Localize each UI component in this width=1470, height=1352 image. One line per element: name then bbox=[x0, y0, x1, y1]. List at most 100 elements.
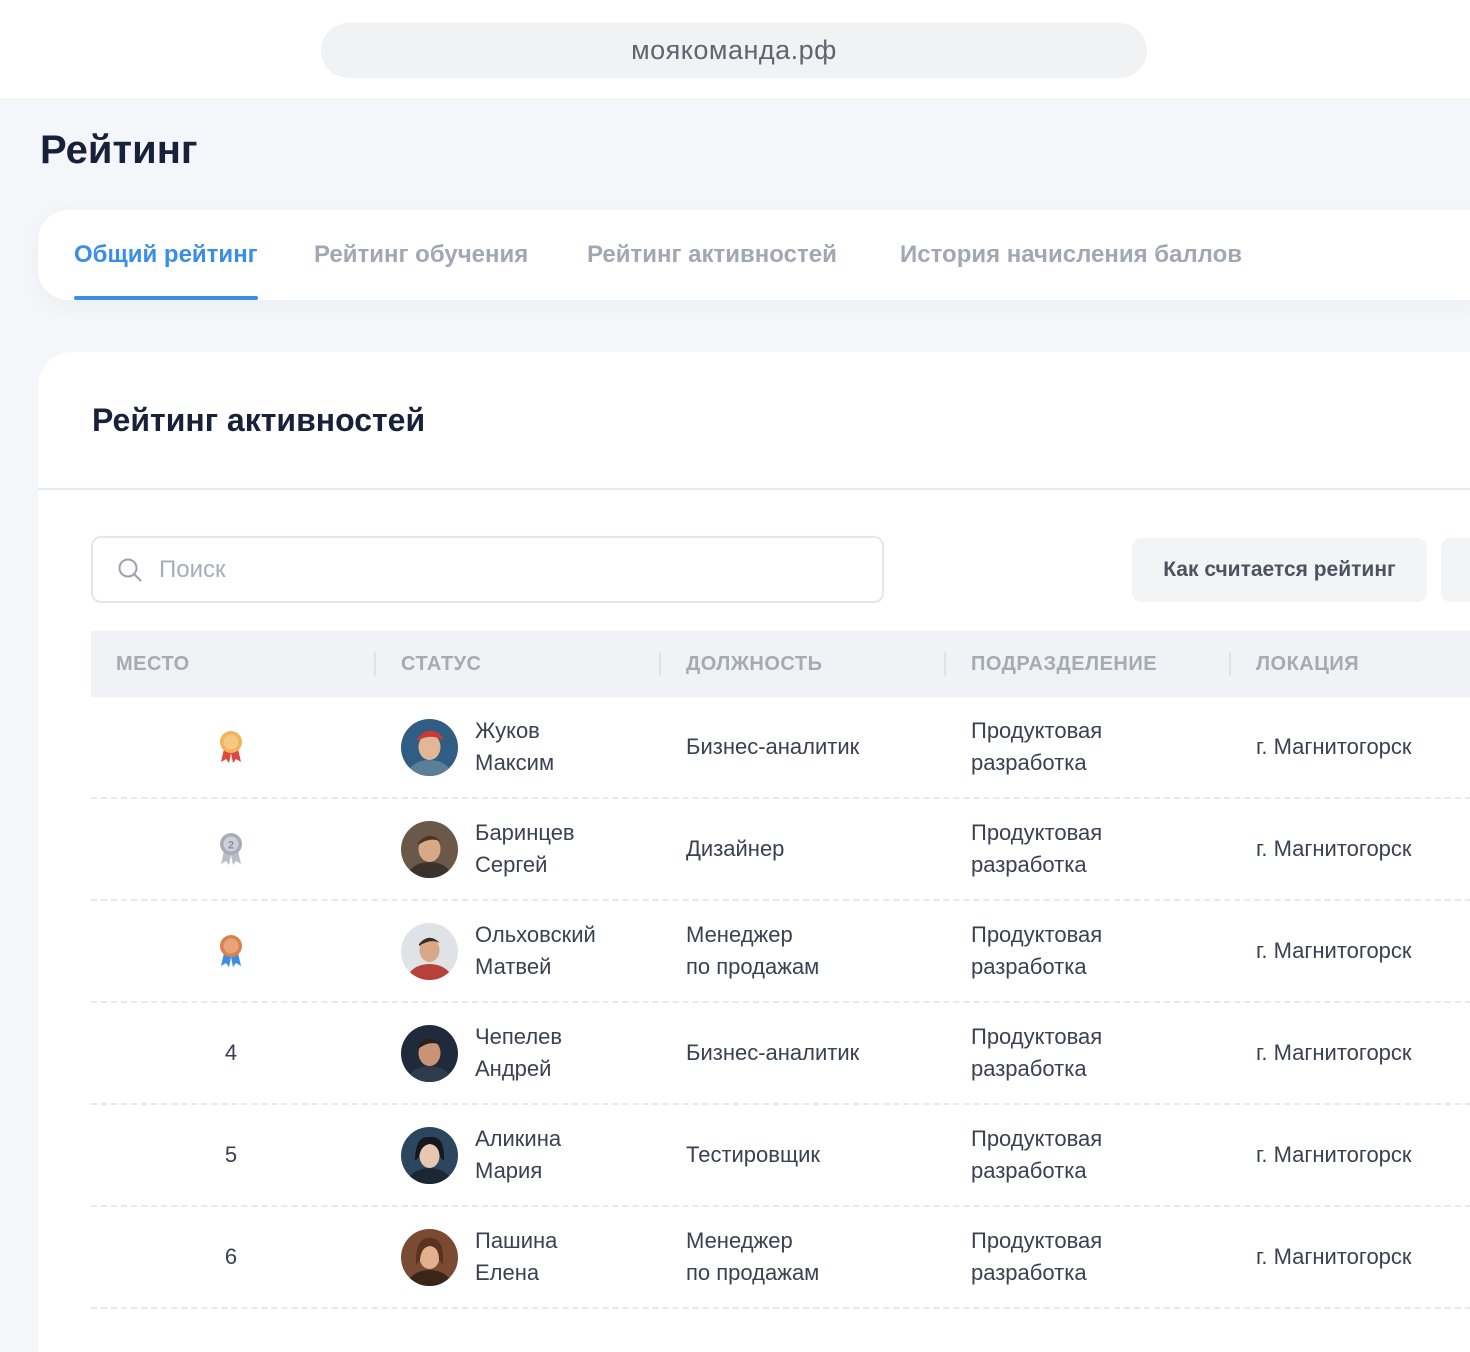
table-row[interactable]: 5 Аликина Мария Тестировщик Продуктовая … bbox=[91, 1105, 1470, 1207]
department-line: разработка bbox=[971, 1260, 1087, 1285]
employee-name[interactable]: Ольховский Матвей bbox=[475, 901, 695, 1001]
employee-name[interactable]: Баринцев Сергей bbox=[475, 799, 695, 899]
place-cell: 2 bbox=[209, 799, 253, 899]
department-line: разработка bbox=[971, 750, 1087, 775]
employee-name[interactable]: Пашина Елена bbox=[475, 1207, 695, 1307]
first-name: Максим bbox=[475, 750, 555, 775]
location-cell: г. Магнитогорск bbox=[1256, 836, 1412, 861]
department-cell: Продуктовая разработка bbox=[971, 1207, 1231, 1307]
department-line: Продуктовая bbox=[971, 922, 1103, 947]
position-cell: Бизнес-аналитик bbox=[686, 1003, 946, 1103]
column-separator bbox=[1229, 652, 1231, 676]
department-cell: Продуктовая разработка bbox=[971, 697, 1231, 797]
tab-points-history[interactable]: История начисления баллов bbox=[900, 210, 1242, 300]
tab-general-rating[interactable]: Общий рейтинг bbox=[74, 210, 258, 300]
last-name: Ольховский bbox=[475, 922, 596, 947]
first-name: Мария bbox=[475, 1158, 543, 1183]
position-line: Дизайнер bbox=[686, 836, 785, 861]
table-row[interactable]: Ольховский Матвей Менеджер по продажам П… bbox=[91, 901, 1470, 1003]
location-cell: г. Магнитогорск bbox=[1256, 1244, 1412, 1269]
how-rating-calculated-button[interactable]: Как считается рейтинг bbox=[1132, 538, 1427, 602]
employee-name[interactable]: Аликина Мария bbox=[475, 1105, 695, 1205]
location-cell: г. Магнитогорск bbox=[1256, 1040, 1412, 1065]
extra-action-button[interactable] bbox=[1441, 538, 1470, 602]
page-title: Рейтинг bbox=[40, 128, 198, 172]
search-input[interactable] bbox=[157, 554, 857, 585]
department-line: разработка bbox=[971, 852, 1087, 877]
place-cell bbox=[209, 697, 253, 797]
gold-medal-icon bbox=[220, 731, 242, 763]
place-number: 5 bbox=[224, 1142, 238, 1167]
position-line: Бизнес-аналитик bbox=[686, 1040, 860, 1065]
table-body: Жуков Максим Бизнес-аналитик Продуктовая… bbox=[91, 697, 1470, 1309]
place-cell bbox=[209, 901, 253, 1001]
table-row[interactable]: 4 Чепелев Андрей Бизнес-аналитик Продукт… bbox=[91, 1003, 1470, 1105]
bronze-medal-icon bbox=[220, 935, 242, 967]
address-text: моякоманда.рф bbox=[631, 35, 837, 65]
place-cell: 5 bbox=[209, 1105, 253, 1205]
location-cell: г. Магнитогорск bbox=[1256, 938, 1412, 963]
table-row[interactable]: 6 Пашина Елена Менеджер по продажам Прод… bbox=[91, 1207, 1470, 1309]
column-header-position[interactable]: ДОЛЖНОСТЬ bbox=[686, 631, 822, 697]
place-cell: 4 bbox=[209, 1003, 253, 1103]
place-cell: 6 bbox=[209, 1207, 253, 1307]
svg-text:2: 2 bbox=[228, 840, 234, 852]
avatar bbox=[401, 1127, 458, 1184]
silver-medal-icon: 2 bbox=[220, 833, 242, 865]
position-cell: Менеджер по продажам bbox=[686, 1207, 946, 1307]
avatar bbox=[401, 923, 458, 980]
first-name: Матвей bbox=[475, 954, 552, 979]
avatar bbox=[401, 1229, 458, 1286]
department-line: Продуктовая bbox=[971, 1228, 1103, 1253]
search-box[interactable] bbox=[91, 536, 884, 603]
avatar bbox=[401, 719, 458, 776]
department-line: разработка bbox=[971, 1056, 1087, 1081]
last-name: Пашина bbox=[475, 1228, 558, 1253]
column-header-location[interactable]: ЛОКАЦИЯ bbox=[1256, 631, 1359, 697]
last-name: Жуков bbox=[475, 718, 540, 743]
last-name: Чепелев bbox=[475, 1024, 563, 1049]
tabs-bar: Общий рейтинг Рейтинг обучения Рейтинг а… bbox=[38, 210, 1470, 300]
last-name: Баринцев bbox=[475, 820, 575, 845]
location-cell: г. Магнитогорск bbox=[1256, 1142, 1412, 1167]
department-line: Продуктовая bbox=[971, 718, 1103, 743]
position-cell: Тестировщик bbox=[686, 1105, 946, 1205]
department-cell: Продуктовая разработка bbox=[971, 799, 1231, 899]
column-separator bbox=[659, 652, 661, 676]
first-name: Елена bbox=[475, 1260, 540, 1285]
search-icon bbox=[118, 558, 142, 581]
department-line: Продуктовая bbox=[971, 1126, 1103, 1151]
table-row[interactable]: 2 Баринцев Сергей Дизайнер Продуктовая р… bbox=[91, 799, 1470, 901]
department-line: разработка bbox=[971, 954, 1087, 979]
position-cell: Дизайнер bbox=[686, 799, 946, 899]
location-cell: г. Магнитогорск bbox=[1256, 734, 1412, 759]
address-bar[interactable]: моякоманда.рф bbox=[321, 23, 1147, 78]
employee-name[interactable]: Чепелев Андрей bbox=[475, 1003, 695, 1103]
position-line: по продажам bbox=[686, 1260, 820, 1285]
first-name: Андрей bbox=[475, 1056, 552, 1081]
column-separator bbox=[374, 652, 376, 676]
first-name: Сергей bbox=[475, 852, 548, 877]
column-header-status[interactable]: СТАТУС bbox=[401, 631, 481, 697]
table-row[interactable]: Жуков Максим Бизнес-аналитик Продуктовая… bbox=[91, 697, 1470, 799]
avatar bbox=[401, 1025, 458, 1082]
position-line: Менеджер bbox=[686, 922, 793, 947]
tab-learning-rating[interactable]: Рейтинг обучения bbox=[314, 210, 528, 300]
column-header-department[interactable]: ПОДРАЗДЕЛЕНИЕ bbox=[971, 631, 1157, 697]
department-line: Продуктовая bbox=[971, 820, 1103, 845]
employee-name[interactable]: Жуков Максим bbox=[475, 697, 695, 797]
position-cell: Менеджер по продажам bbox=[686, 901, 946, 1001]
browser-bar: моякоманда.рф bbox=[0, 0, 1470, 100]
section-title: Рейтинг активностей bbox=[92, 402, 426, 438]
department-cell: Продуктовая разработка bbox=[971, 901, 1231, 1001]
department-line: разработка bbox=[971, 1158, 1087, 1183]
avatar bbox=[401, 821, 458, 878]
last-name: Аликина bbox=[475, 1126, 562, 1151]
department-cell: Продуктовая разработка bbox=[971, 1105, 1231, 1205]
divider bbox=[38, 488, 1470, 490]
position-line: по продажам bbox=[686, 954, 820, 979]
tab-activity-rating[interactable]: Рейтинг активностей bbox=[587, 210, 837, 300]
column-header-place[interactable]: МЕСТО bbox=[116, 631, 190, 697]
department-cell: Продуктовая разработка bbox=[971, 1003, 1231, 1103]
position-cell: Бизнес-аналитик bbox=[686, 697, 946, 797]
